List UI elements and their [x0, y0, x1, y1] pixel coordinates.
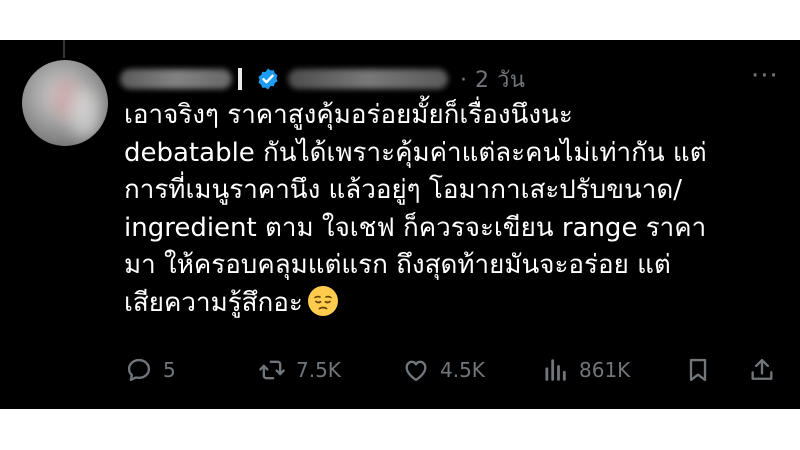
tweet-header: · 2 วัน [120, 62, 525, 96]
avatar-blur [70, 90, 100, 138]
tweet-text-line: debatable กันได้เพราะคุ้มค่าแต่ละคนไม่เท… [124, 137, 707, 168]
tweet-text-line-last: เสียความรู้สึกอะ [124, 285, 764, 323]
thread-line [63, 40, 65, 58]
tweet-text-line: เสียความรู้สึกอะ [124, 287, 303, 318]
retweet-button[interactable]: 7.5K [258, 352, 341, 388]
tweet-text-line: ingredient ตาม ใจเชฟ ก็ควรจะเขียน range … [124, 212, 707, 243]
verified-badge-icon [258, 68, 278, 90]
display-name-fragment [238, 68, 242, 90]
reply-count: 5 [163, 358, 176, 382]
action-bar: 5 7.5K 4.5K 861K [0, 352, 800, 388]
like-button[interactable]: 4.5K [402, 352, 485, 388]
tweet-text: เอาจริงๆ ราคาสูงคุ้มอร่อยมั้ยก็เรื่องนึง… [124, 97, 764, 322]
pensive-face-icon [307, 285, 338, 316]
retweet-icon [259, 360, 285, 380]
tweet-text-line: เอาจริงๆ ราคาสูงคุ้มอร่อยมั้ยก็เรื่องนึง… [124, 100, 573, 130]
bookmark-button[interactable] [684, 352, 712, 388]
more-options-icon[interactable]: ··· [751, 63, 779, 89]
views-button[interactable]: 861K [541, 352, 630, 388]
bookmark-icon [689, 358, 707, 382]
share-icon [751, 358, 773, 380]
timestamp[interactable]: · 2 วัน [460, 62, 525, 97]
avatar[interactable] [22, 60, 108, 146]
retweet-count: 7.5K [296, 358, 341, 382]
view-count: 861K [579, 358, 631, 382]
reply-icon [127, 358, 151, 382]
tweet-text-line: มา ให้ครอบคลุมแต่แรก ถึงสุดท้ายมันจะอร่อ… [124, 250, 671, 280]
like-icon [405, 360, 427, 382]
like-count: 4.5K [440, 358, 485, 382]
views-icon [545, 359, 566, 381]
blurred-display-name[interactable] [120, 69, 232, 89]
share-button[interactable] [748, 352, 776, 388]
reply-button[interactable]: 5 [125, 352, 176, 388]
blurred-handle[interactable] [288, 69, 448, 89]
tweet-text-line: การที่เมนูราคานึง แล้วอยู่ๆ โอมากาเสะปรั… [124, 175, 683, 205]
